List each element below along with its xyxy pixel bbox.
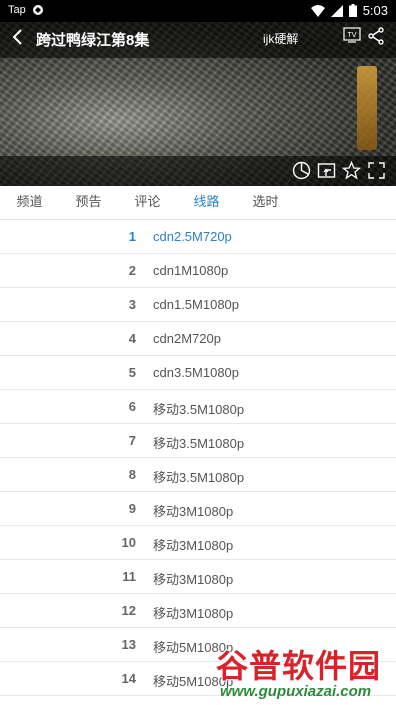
route-list: 1 cdn2.5M720p 2 cdn1M1080p 3 cdn1.5M1080… (0, 220, 396, 696)
fullscreen-icon[interactable] (367, 161, 386, 180)
route-row[interactable]: 4 cdn2M720p (0, 322, 396, 356)
share-icon[interactable] (367, 27, 385, 45)
route-index: 7 (128, 433, 136, 448)
route-row[interactable]: 6 移动3.5M1080p (0, 390, 396, 424)
route-name: 移动3M1080p (153, 606, 234, 621)
route-name: 移动3.5M1080p (153, 402, 245, 417)
route-index: 3 (128, 297, 136, 312)
route-row[interactable]: 10 移动3M1080p (0, 526, 396, 560)
route-row[interactable]: 11 移动3M1080p (0, 560, 396, 594)
route-name: cdn1M1080p (153, 263, 229, 278)
route-row[interactable]: 5 cdn3.5M1080p (0, 356, 396, 390)
route-index: 5 (128, 365, 136, 380)
status-bar: Tap 5:03 (0, 0, 396, 22)
route-index: 13 (121, 637, 136, 652)
route-index: 12 (121, 603, 136, 618)
picture-in-picture-icon[interactable] (317, 161, 336, 180)
signal-icon (330, 4, 343, 17)
player-header: 跨过鸭绿江第8集 ijk硬解 TV (0, 22, 396, 54)
show-logo (357, 66, 377, 150)
route-name: 移动3M1080p (153, 572, 234, 587)
route-name: 移动3.5M1080p (153, 436, 245, 451)
timer-icon[interactable] (292, 161, 311, 180)
route-name: 移动3M1080p (153, 538, 234, 553)
wifi-icon (310, 4, 325, 17)
route-row[interactable]: 1 cdn2.5M720p (0, 220, 396, 254)
route-name: 移动3.5M1080p (153, 470, 245, 485)
route-index: 2 (128, 263, 136, 278)
route-row[interactable]: 12 移动3M1080p (0, 594, 396, 628)
route-row[interactable]: 2 cdn1M1080p (0, 254, 396, 288)
tab-routes[interactable]: 线路 (177, 186, 236, 219)
battery-icon (348, 4, 357, 17)
route-name: cdn2M720p (153, 331, 221, 346)
watermark-title: 谷普软件园 (216, 648, 382, 684)
tab-channel[interactable]: 频道 (0, 186, 59, 219)
tv-label: TV (348, 32, 357, 39)
tab-bar: 频道 预告 评论 线路 选时 (0, 186, 396, 220)
back-arrow-icon[interactable] (10, 28, 26, 46)
video-title: 跨过鸭绿江第8集 (36, 32, 150, 49)
tab-preview[interactable]: 预告 (59, 186, 118, 219)
route-name: cdn1.5M1080p (153, 297, 240, 312)
player-controls (292, 160, 386, 180)
route-index: 8 (128, 467, 136, 482)
route-index: 6 (128, 399, 136, 414)
route-index: 14 (121, 671, 136, 686)
watermark-url: www.gupuxiazai.com (220, 683, 372, 700)
route-name: cdn2.5M720p (153, 229, 232, 244)
route-row[interactable]: 8 移动3.5M1080p (0, 458, 396, 492)
route-index: 4 (128, 331, 136, 346)
route-index: 1 (128, 229, 136, 244)
clock: 5:03 (362, 3, 388, 18)
site-watermark: 谷普软件园 www.gupuxiazai.com (214, 641, 394, 705)
video-player[interactable]: 跨过鸭绿江第8集 ijk硬解 TV (0, 22, 396, 186)
route-index: 9 (128, 501, 136, 516)
route-name: cdn3.5M1080p (153, 365, 240, 380)
decoder-toggle[interactable]: ijk硬解 (263, 30, 298, 47)
route-row[interactable]: 7 移动3.5M1080p (0, 424, 396, 458)
favorite-star-icon[interactable] (341, 160, 362, 180)
route-name: 移动3M1080p (153, 504, 234, 519)
tab-timeline[interactable]: 选时 (236, 186, 295, 219)
route-row[interactable]: 9 移动3M1080p (0, 492, 396, 526)
route-row[interactable]: 3 cdn1.5M1080p (0, 288, 396, 322)
tab-comments[interactable]: 评论 (118, 186, 177, 219)
route-index: 10 (121, 535, 136, 550)
route-index: 11 (122, 569, 136, 584)
tv-cast-icon[interactable]: TV (343, 27, 361, 43)
app-notification-icon (32, 5, 43, 15)
carrier-label: Tap (8, 4, 26, 16)
